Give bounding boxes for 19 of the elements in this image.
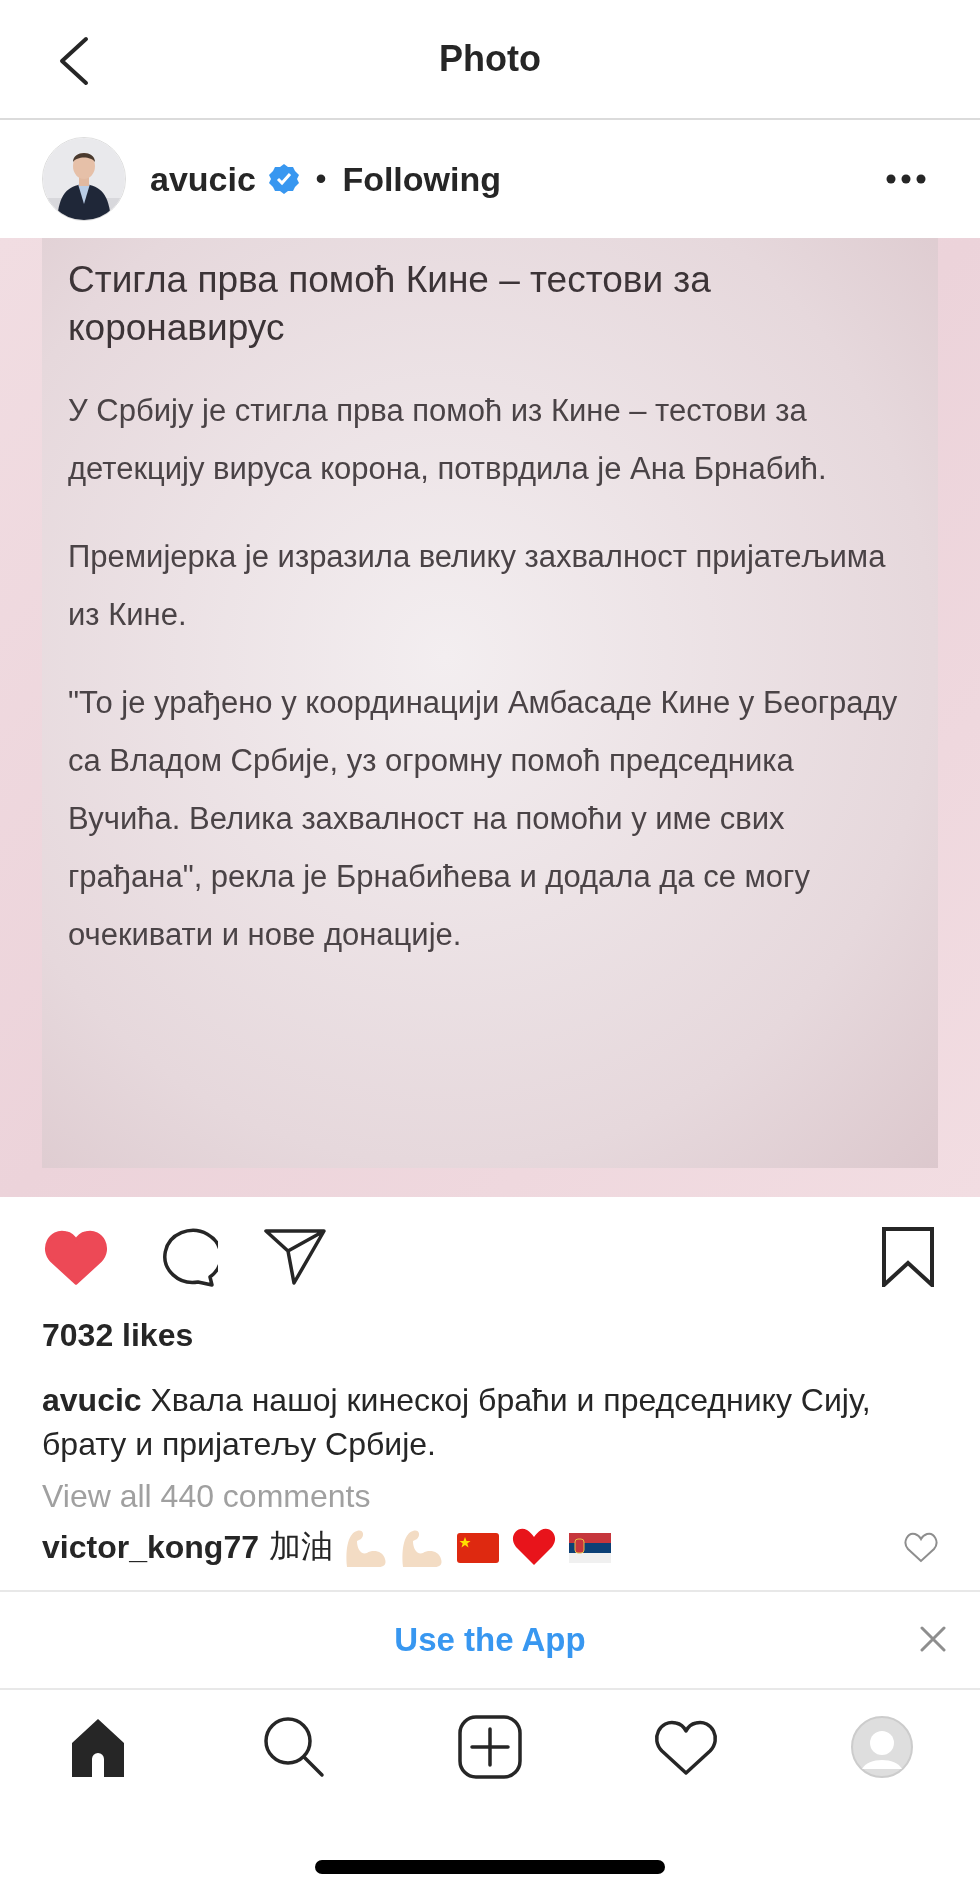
article-heading: Стигла прва помоћ Кине – тестови за коронавирус xyxy=(68,258,712,350)
heart-emoji-icon xyxy=(510,1527,557,1567)
separator-dot: • xyxy=(315,162,327,196)
share-icon[interactable] xyxy=(264,1227,328,1287)
article-paragraph: "То је урађено у координацији Амбасаде Кине у Београду са Владом Србије, уз огромну помоћ председника Вучића. Велика захвалност на помоћи у име свих грађана", рекла је Брнабићева и додала да се могу очекивати и нове донације. xyxy=(68,684,899,954)
likes-count[interactable]: 7032 likes xyxy=(0,1287,980,1354)
comment-username[interactable]: victor_kong77 xyxy=(42,1528,259,1566)
article-paragraph: Премијерка је изразила велику захвалност пријатељима из Кине. xyxy=(68,538,887,634)
article-paragraph: У Србију је стигла прва помоћ из Кине – тестови за детекцију вируса корона, потврдила је Ана Брнабић. xyxy=(68,392,828,488)
search-icon[interactable] xyxy=(262,1715,326,1779)
caption: avucic Хвала нашој кинеској браћи и председнику Сију, брату и пријатељу Србије. xyxy=(41,1381,872,1464)
new-post-icon[interactable] xyxy=(458,1715,522,1779)
comment-like-icon[interactable] xyxy=(904,1531,938,1563)
comment-text: 加油 xyxy=(268,1527,333,1566)
close-icon[interactable] xyxy=(920,1626,946,1652)
username[interactable]: avucic xyxy=(150,159,256,199)
more-options-icon[interactable] xyxy=(886,174,926,184)
page-title: Photo xyxy=(439,38,541,80)
following-label[interactable]: Following xyxy=(342,159,501,199)
